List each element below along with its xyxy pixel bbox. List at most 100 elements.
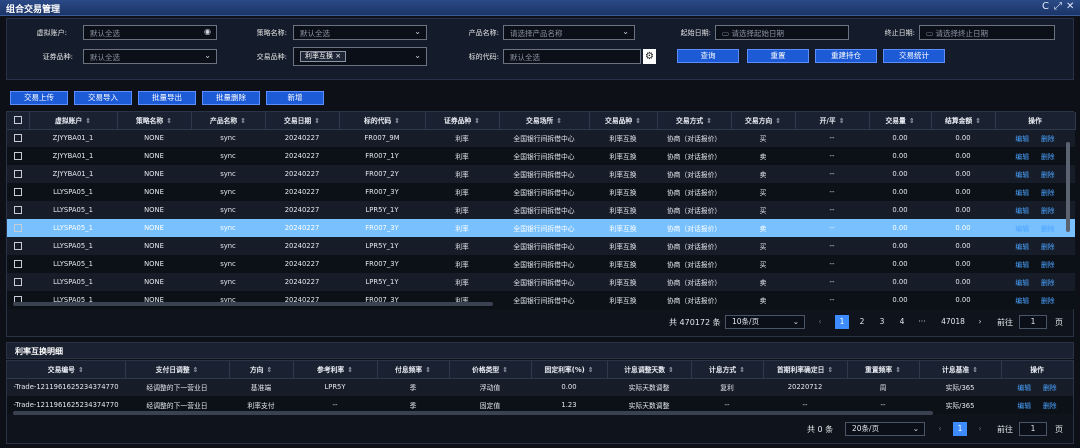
- sort-icon[interactable]: ⇕: [166, 117, 172, 125]
- column-header[interactable]: 虚拟账户 ⇕: [29, 112, 118, 130]
- delete-link[interactable]: 删除: [1041, 297, 1055, 305]
- sort-icon[interactable]: ⇕: [635, 117, 641, 125]
- virtual-account-input[interactable]: 默认全选 ◉: [83, 25, 217, 40]
- edit-link[interactable]: 编辑: [1015, 171, 1029, 179]
- detail-column-header[interactable]: 交易编号 ⇕: [7, 361, 126, 379]
- sort-icon[interactable]: ⇕: [975, 117, 981, 125]
- detail-column-header[interactable]: 付息频率 ⇕: [377, 361, 450, 379]
- edit-link[interactable]: 编辑: [1017, 384, 1031, 392]
- row-checkbox[interactable]: [7, 147, 29, 165]
- upload-trade-button[interactable]: 交易上传: [10, 91, 68, 105]
- edit-link[interactable]: 编辑: [1017, 402, 1031, 410]
- detail-page-1[interactable]: 1: [953, 422, 967, 436]
- edit-link[interactable]: 编辑: [1015, 153, 1029, 161]
- sort-icon[interactable]: ⇕: [895, 366, 901, 374]
- sort-icon[interactable]: ⇕: [425, 366, 431, 374]
- import-trade-button[interactable]: 交易导入: [74, 91, 132, 105]
- page-last[interactable]: 47018: [935, 315, 971, 329]
- trade-stats-button[interactable]: 交易统计: [883, 49, 945, 63]
- end-date-input[interactable]: ▭ 请选择终止日期: [919, 25, 1055, 40]
- add-new-button[interactable]: 新增: [266, 91, 324, 105]
- table-row[interactable]: ZJYYBA01_1 NONE sync 20240227 FR007_9M 利率 全国银行…: [7, 129, 1075, 147]
- page-1[interactable]: 1: [835, 315, 849, 329]
- delete-link[interactable]: 删除: [1041, 207, 1055, 215]
- strategy-select[interactable]: 默认全选 ⌄: [293, 25, 427, 40]
- detail-column-header[interactable]: 参考利率 ⇕: [293, 361, 378, 379]
- detail-column-header[interactable]: 首期利率确定日 ⇕: [763, 361, 848, 379]
- column-header[interactable]: 开/平 ⇕: [795, 112, 870, 130]
- column-header[interactable]: 产品名称 ⇕: [191, 112, 266, 130]
- batch-export-button[interactable]: 批量导出: [138, 91, 196, 105]
- detail-next-page-button[interactable]: ›: [973, 422, 987, 436]
- page-ellipsis[interactable]: ···: [915, 315, 929, 329]
- table-row[interactable]: ZJYYBA01_1 NONE sync 20240227 FR007_1Y 利率 全国银行…: [7, 147, 1075, 165]
- sort-icon[interactable]: ⇕: [502, 366, 508, 374]
- detail-column-header[interactable]: 计息基准 ⇕: [919, 361, 1002, 379]
- edit-link[interactable]: 编辑: [1015, 207, 1029, 215]
- delete-link[interactable]: 删除: [1041, 261, 1055, 269]
- page-2[interactable]: 2: [855, 315, 869, 329]
- start-date-input[interactable]: ▭ 请选择起始日期: [715, 25, 849, 40]
- detail-column-header[interactable]: 价格类型 ⇕: [449, 361, 532, 379]
- edit-link[interactable]: 编辑: [1015, 225, 1029, 233]
- table-row[interactable]: LLYSPA05_1 NONE sync 20240227 LPR5Y_1Y 利率 全国银行…: [7, 201, 1075, 219]
- column-header[interactable]: 交易品种 ⇕: [589, 112, 658, 130]
- detail-column-header[interactable]: 重置频率 ⇕: [847, 361, 920, 379]
- sort-icon[interactable]: ⇕: [827, 366, 833, 374]
- edit-link[interactable]: 编辑: [1015, 189, 1029, 197]
- sort-icon[interactable]: ⇕: [193, 366, 199, 374]
- detail-goto-page-input[interactable]: 1: [1019, 422, 1047, 436]
- horizontal-scrollbar[interactable]: [13, 302, 493, 306]
- prev-page-button[interactable]: ‹: [813, 315, 827, 329]
- rebuild-position-button[interactable]: 重建持仓: [815, 49, 877, 63]
- row-checkbox[interactable]: [7, 183, 29, 201]
- delete-link[interactable]: 删除: [1043, 384, 1057, 392]
- sort-icon[interactable]: ⇕: [78, 366, 84, 374]
- detail-page-size-select[interactable]: 20条/页 ⌄: [845, 422, 925, 436]
- sort-icon[interactable]: ⇕: [839, 117, 845, 125]
- vertical-scrollbar[interactable]: [1066, 142, 1070, 232]
- sort-icon[interactable]: ⇕: [556, 117, 562, 125]
- sort-icon[interactable]: ⇕: [739, 366, 745, 374]
- row-checkbox[interactable]: [7, 291, 29, 309]
- row-checkbox[interactable]: [7, 165, 29, 183]
- row-checkbox[interactable]: [7, 273, 29, 291]
- sort-icon[interactable]: ⇕: [394, 117, 400, 125]
- select-all-checkbox[interactable]: [7, 112, 30, 130]
- detail-prev-page-button[interactable]: ‹: [933, 422, 947, 436]
- delete-link[interactable]: 删除: [1041, 135, 1055, 143]
- column-header[interactable]: 操作: [995, 112, 1076, 130]
- detail-column-header[interactable]: 固定利率(%) ⇕: [531, 361, 608, 379]
- column-header[interactable]: 交易场所 ⇕: [499, 112, 590, 130]
- sort-icon[interactable]: ⇕: [668, 366, 674, 374]
- edit-link[interactable]: 编辑: [1015, 297, 1029, 305]
- product-select[interactable]: 请选择产品名称 ⌄: [503, 25, 635, 40]
- table-row[interactable]: LLYSPA05_1 NONE sync 20240227 FR007_3Y 利率 全国银行…: [7, 291, 1075, 309]
- detail-column-header[interactable]: 支付日调整 ⇕: [125, 361, 230, 379]
- detail-column-header[interactable]: 计息调整天数 ⇕: [607, 361, 692, 379]
- delete-link[interactable]: 删除: [1041, 225, 1055, 233]
- column-header[interactable]: 交易日期 ⇕: [265, 112, 340, 130]
- row-checkbox[interactable]: [7, 255, 29, 273]
- column-header[interactable]: 交易量 ⇕: [869, 112, 932, 130]
- query-button[interactable]: 查询: [677, 49, 739, 63]
- page-4[interactable]: 4: [895, 315, 909, 329]
- edit-link[interactable]: 编辑: [1015, 243, 1029, 251]
- sort-icon[interactable]: ⇕: [706, 117, 712, 125]
- reset-button[interactable]: 重置: [747, 49, 809, 63]
- column-header[interactable]: 交易方式 ⇕: [657, 112, 732, 130]
- table-row[interactable]: ZJYYBA01_1 NONE sync 20240227 FR007_2Y 利率 全国银行…: [7, 165, 1075, 183]
- sort-icon[interactable]: ⇕: [972, 366, 978, 374]
- batch-delete-button[interactable]: 批量删除: [202, 91, 260, 105]
- row-checkbox[interactable]: [7, 219, 29, 237]
- page-size-select[interactable]: 10条/页 ⌄: [725, 315, 805, 329]
- security-type-select[interactable]: 默认全选 ⌄: [83, 49, 217, 64]
- detail-column-header[interactable]: 操作: [1001, 361, 1074, 379]
- sort-icon[interactable]: ⇕: [266, 366, 272, 374]
- delete-link[interactable]: 删除: [1043, 402, 1057, 410]
- trade-type-select[interactable]: 利率互换 × ⌄: [293, 47, 427, 66]
- sort-icon[interactable]: ⇕: [85, 117, 91, 125]
- edit-link[interactable]: 编辑: [1015, 261, 1029, 269]
- detail-row[interactable]: -Trade-1211961625234374770 经调整的下一营业日 基准端 LP…: [7, 378, 1073, 396]
- sort-icon[interactable]: ⇕: [240, 117, 246, 125]
